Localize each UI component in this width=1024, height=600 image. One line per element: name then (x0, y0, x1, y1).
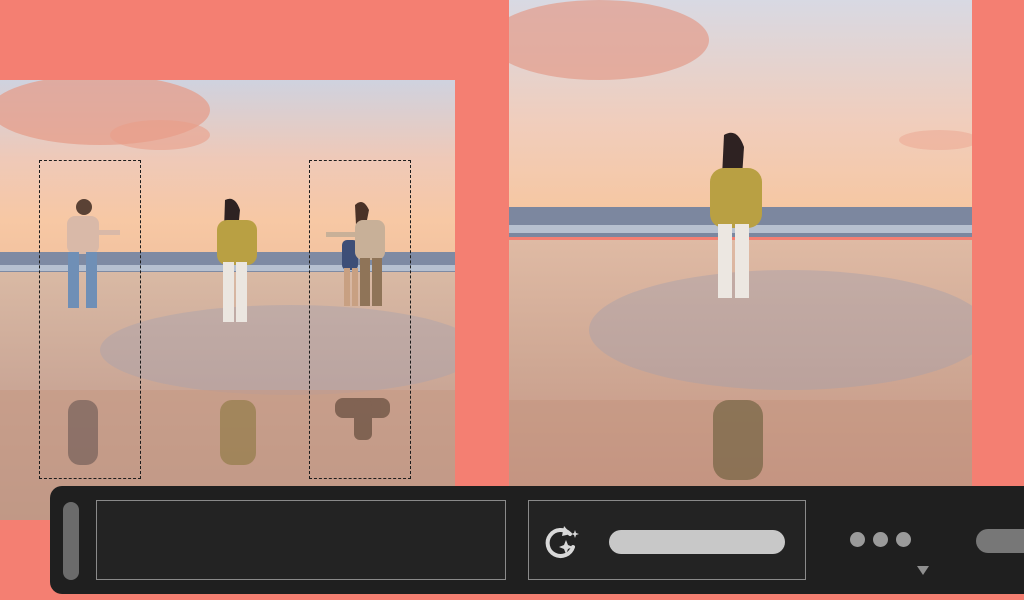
text-placeholder-pill[interactable] (609, 530, 785, 554)
selection-box[interactable] (309, 160, 411, 479)
selection-box[interactable] (39, 160, 141, 479)
photo-after (509, 0, 972, 486)
toolbar-panel-left[interactable] (96, 500, 506, 580)
caret-down-icon[interactable] (917, 566, 929, 575)
toolbar-pill-right[interactable] (976, 529, 1024, 553)
toolbar-panel-right (528, 500, 806, 580)
magic-rotate-sparkle-icon[interactable] (539, 519, 585, 565)
drag-handle[interactable] (63, 502, 79, 580)
more-options-icon[interactable] (850, 532, 911, 547)
bottom-toolbar (50, 486, 1024, 594)
